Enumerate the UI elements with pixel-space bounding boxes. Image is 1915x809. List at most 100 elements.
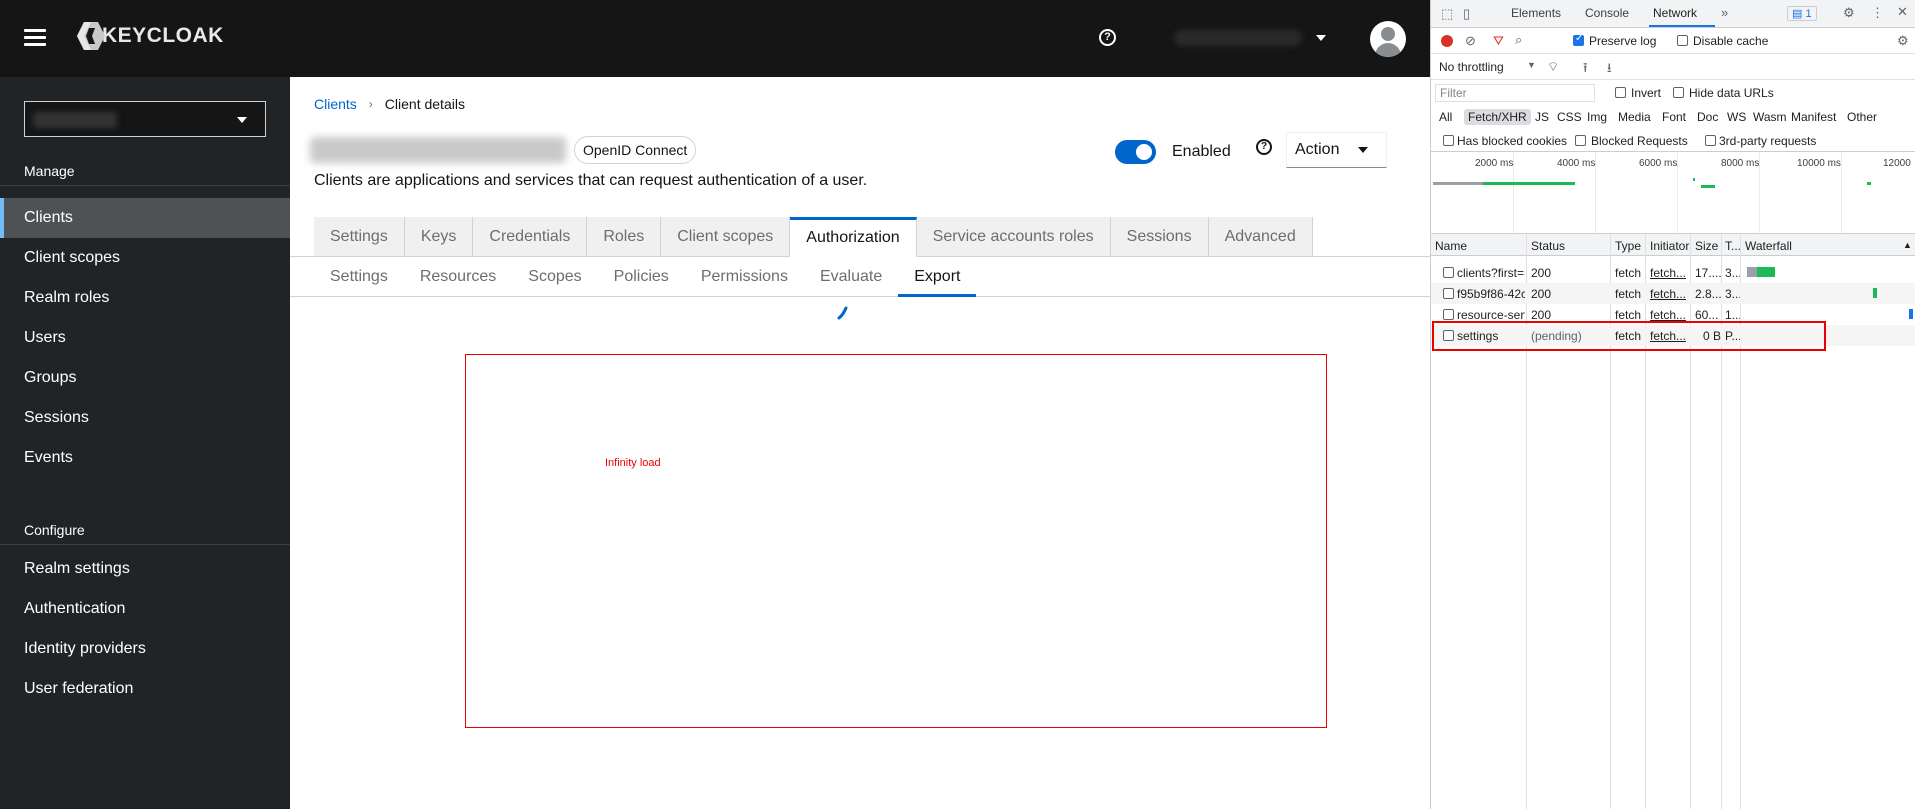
client-tabs: Settings Keys Credentials Roles Client s… <box>314 217 1313 257</box>
subtab-export[interactable]: Export <box>898 257 977 297</box>
sidebar-item-user-federation[interactable]: User federation <box>0 669 290 709</box>
tab-elements[interactable]: Elements <box>1511 6 1561 20</box>
column-header-waterfall[interactable]: Waterfall <box>1745 239 1792 253</box>
sidebar-item-client-scopes[interactable]: Client scopes <box>0 238 290 278</box>
type-all[interactable]: All <box>1439 110 1452 124</box>
throttling-select[interactable]: No throttling <box>1439 60 1504 74</box>
type-css[interactable]: CSS <box>1557 110 1582 124</box>
sidebar-item-clients[interactable]: Clients <box>0 198 290 238</box>
type-img[interactable]: Img <box>1587 110 1607 124</box>
tab-network[interactable]: Network <box>1653 6 1697 20</box>
tab-advanced[interactable]: Advanced <box>1208 217 1313 257</box>
hamburger-menu-icon[interactable] <box>24 29 46 47</box>
network-conditions-icon[interactable]: ⌔ <box>1547 59 1559 75</box>
request-row[interactable]: f95b9f86-42c... 200 fetch fetch... 2.8..… <box>1431 283 1915 304</box>
sidebar-item-sessions[interactable]: Sessions <box>0 398 290 438</box>
tab-service-accounts-roles[interactable]: Service accounts roles <box>916 217 1111 257</box>
chevron-down-icon[interactable] <box>1316 35 1326 41</box>
record-icon[interactable] <box>1441 35 1453 47</box>
export-har-icon[interactable]: ⭳ <box>1607 59 1612 81</box>
tick-label: 2000 ms <box>1475 158 1514 169</box>
realm-selector[interactable] <box>24 101 266 137</box>
third-party-requests-checkbox[interactable] <box>1705 135 1716 146</box>
avatar[interactable] <box>1370 21 1406 57</box>
help-icon[interactable]: ? <box>1099 29 1116 46</box>
sidebar-item-events[interactable]: Events <box>0 438 290 478</box>
tab-credentials[interactable]: Credentials <box>473 217 588 257</box>
tab-keys[interactable]: Keys <box>404 217 474 257</box>
subtab-policies[interactable]: Policies <box>598 257 685 297</box>
subtab-resources[interactable]: Resources <box>404 257 512 297</box>
type-wasm[interactable]: Wasm <box>1753 110 1787 124</box>
request-row[interactable]: clients?first=... 200 fetch fetch... 17.… <box>1431 262 1915 283</box>
caret-down-icon[interactable]: ▼ <box>1527 60 1536 70</box>
type-other[interactable]: Other <box>1847 110 1877 124</box>
sidebar-item-realm-settings[interactable]: Realm settings <box>0 549 290 589</box>
type-doc[interactable]: Doc <box>1697 110 1718 124</box>
clear-icon[interactable]: ⊘ <box>1465 33 1476 49</box>
action-dropdown[interactable]: Action <box>1286 132 1387 168</box>
type-ws[interactable]: WS <box>1727 110 1746 124</box>
inspect-icon[interactable]: ⬚ <box>1441 6 1453 22</box>
network-settings-icon[interactable]: ⚙ <box>1897 33 1909 49</box>
subtab-settings[interactable]: Settings <box>314 257 404 297</box>
request-type: fetch <box>1615 308 1642 322</box>
blocked-requests-label: Blocked Requests <box>1591 134 1688 148</box>
tab-console[interactable]: Console <box>1585 6 1629 20</box>
disable-cache-checkbox[interactable] <box>1677 35 1688 46</box>
type-manifest[interactable]: Manifest <box>1791 110 1836 124</box>
blocked-requests-checkbox[interactable] <box>1575 135 1586 146</box>
gear-icon[interactable]: ⚙ <box>1843 5 1855 21</box>
sidebar-item-identity-providers[interactable]: Identity providers <box>0 629 290 669</box>
file-icon <box>1443 309 1454 320</box>
column-header-size[interactable]: Size <box>1695 239 1718 253</box>
tab-sessions[interactable]: Sessions <box>1110 217 1209 257</box>
tab-authorization[interactable]: Authorization <box>790 217 917 257</box>
search-icon[interactable]: ⌕ <box>1515 32 1522 48</box>
timeline-bar <box>1701 185 1715 188</box>
subtab-permissions[interactable]: Permissions <box>685 257 804 297</box>
breadcrumb-clients-link[interactable]: Clients <box>314 96 357 112</box>
kebab-menu-icon[interactable]: ⋮ <box>1871 5 1884 21</box>
type-fetch-xhr[interactable]: Fetch/XHR <box>1464 109 1531 125</box>
device-toggle-icon[interactable]: ▯ <box>1463 6 1470 22</box>
filter-input[interactable]: Filter <box>1435 84 1595 102</box>
column-header-initiator[interactable]: Initiator <box>1650 239 1689 253</box>
import-har-icon[interactable]: ⭱ <box>1583 59 1588 81</box>
more-tabs-icon[interactable]: » <box>1721 5 1728 20</box>
type-js[interactable]: JS <box>1535 110 1549 124</box>
invert-checkbox[interactable] <box>1615 87 1626 98</box>
request-initiator[interactable]: fetch... <box>1650 266 1690 280</box>
help-icon[interactable]: ? <box>1256 139 1272 155</box>
sidebar-item-groups[interactable]: Groups <box>0 358 290 398</box>
issues-badge[interactable]: ▤ 1 <box>1787 6 1817 21</box>
request-initiator[interactable]: fetch... <box>1650 287 1690 301</box>
subtab-evaluate[interactable]: Evaluate <box>804 257 898 297</box>
network-overview-timeline[interactable]: 2000 ms 4000 ms 6000 ms 8000 ms 10000 ms… <box>1431 152 1915 234</box>
request-initiator[interactable]: fetch... <box>1650 308 1690 322</box>
sidebar-item-users[interactable]: Users <box>0 318 290 358</box>
tab-client-scopes[interactable]: Client scopes <box>661 217 791 257</box>
keycloak-logo[interactable]: KEYCLOAK <box>76 20 224 52</box>
close-icon[interactable]: ✕ <box>1897 4 1908 20</box>
preserve-log-checkbox[interactable] <box>1573 33 1584 46</box>
type-media[interactable]: Media <box>1618 110 1651 124</box>
subtab-scopes[interactable]: Scopes <box>512 257 597 297</box>
preserve-log-label: Preserve log <box>1589 34 1657 48</box>
tab-roles[interactable]: Roles <box>587 217 662 257</box>
column-header-type[interactable]: Type <box>1615 239 1641 253</box>
column-header-name[interactable]: Name <box>1435 239 1467 253</box>
hide-data-urls-checkbox[interactable] <box>1673 87 1684 98</box>
username-redacted[interactable] <box>1174 30 1302 46</box>
column-header-time[interactable]: T... <box>1725 239 1741 253</box>
column-header-status[interactable]: Status <box>1531 239 1565 253</box>
tab-settings[interactable]: Settings <box>314 217 405 257</box>
has-blocked-cookies-checkbox[interactable] <box>1443 135 1454 146</box>
filter-icon[interactable]: ⛛ <box>1493 33 1504 49</box>
type-font[interactable]: Font <box>1662 110 1686 124</box>
sidebar-item-realm-roles[interactable]: Realm roles <box>0 278 290 318</box>
enabled-toggle[interactable] <box>1115 140 1156 164</box>
tick-label: 6000 ms <box>1639 158 1678 169</box>
sort-ascending-icon[interactable]: ▲ <box>1903 240 1912 250</box>
sidebar-item-authentication[interactable]: Authentication <box>0 589 290 629</box>
